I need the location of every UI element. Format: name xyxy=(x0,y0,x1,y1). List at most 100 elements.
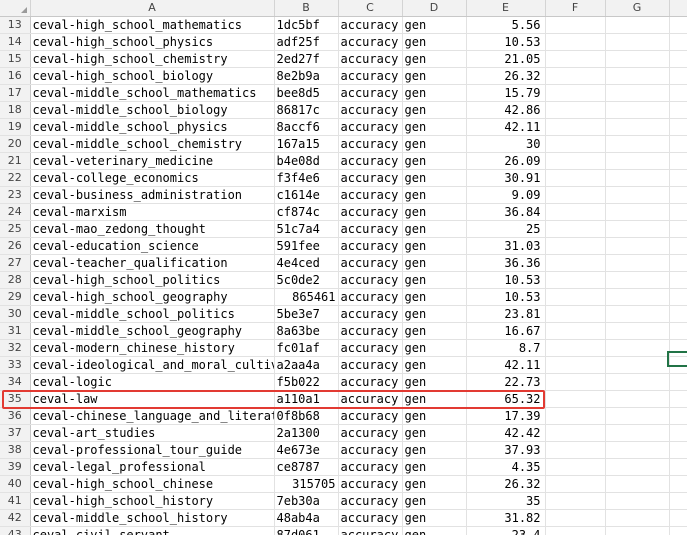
cell-empty-h[interactable] xyxy=(669,220,687,238)
cell-mode[interactable]: gen xyxy=(402,50,467,68)
row-header[interactable]: 31 xyxy=(0,322,31,340)
cell-mode[interactable]: gen xyxy=(402,373,467,391)
cell-version[interactable]: bee8d5 xyxy=(274,84,339,102)
cell-empty-g[interactable] xyxy=(605,16,670,34)
cell-empty-f[interactable] xyxy=(545,101,606,119)
cell-empty-g[interactable] xyxy=(605,475,670,493)
cell-dataset[interactable]: ceval-logic xyxy=(30,373,275,391)
cell-metric[interactable]: accuracy xyxy=(338,475,403,493)
row-header[interactable]: 36 xyxy=(0,407,31,425)
cell-empty-f[interactable] xyxy=(545,390,606,408)
row-header[interactable]: 16 xyxy=(0,67,31,85)
cell-score[interactable]: 31.03 xyxy=(466,237,546,255)
cell-empty-g[interactable] xyxy=(605,101,670,119)
cell-empty-f[interactable] xyxy=(545,339,606,357)
cell-metric[interactable]: accuracy xyxy=(338,84,403,102)
cell-score[interactable]: 25 xyxy=(466,220,546,238)
cell-version[interactable]: 4e673e xyxy=(274,441,339,459)
row-header[interactable]: 43 xyxy=(0,526,31,535)
cell-mode[interactable]: gen xyxy=(402,135,467,153)
cell-empty-g[interactable] xyxy=(605,288,670,306)
cell-metric[interactable]: accuracy xyxy=(338,135,403,153)
cell-empty-h[interactable] xyxy=(669,424,687,442)
cell-empty-g[interactable] xyxy=(605,424,670,442)
cell-metric[interactable]: accuracy xyxy=(338,152,403,170)
cell-empty-g[interactable] xyxy=(605,254,670,272)
cell-version[interactable]: 51c7a4 xyxy=(274,220,339,238)
cell-score[interactable]: 15.79 xyxy=(466,84,546,102)
cell-score[interactable]: 30 xyxy=(466,135,546,153)
cell-mode[interactable]: gen xyxy=(402,424,467,442)
cell-dataset[interactable]: ceval-veterinary_medicine xyxy=(30,152,275,170)
row-header[interactable]: 38 xyxy=(0,441,31,459)
cell-empty-h[interactable] xyxy=(669,237,687,255)
cell-empty-f[interactable] xyxy=(545,373,606,391)
cell-dataset[interactable]: ceval-modern_chinese_history xyxy=(30,339,275,357)
cell-empty-g[interactable] xyxy=(605,203,670,221)
cell-empty-g[interactable] xyxy=(605,373,670,391)
cell-empty-h[interactable] xyxy=(669,33,687,51)
row-header[interactable]: 30 xyxy=(0,305,31,323)
cell-empty-h[interactable] xyxy=(669,509,687,527)
row-header[interactable]: 24 xyxy=(0,203,31,221)
cell-metric[interactable]: accuracy xyxy=(338,322,403,340)
cell-empty-g[interactable] xyxy=(605,84,670,102)
cell-empty-h[interactable] xyxy=(669,407,687,425)
cell-version[interactable]: 2a1300 xyxy=(274,424,339,442)
cell-score[interactable]: 10.53 xyxy=(466,271,546,289)
cell-version[interactable]: a110a1 xyxy=(274,390,339,408)
cell-version[interactable]: 167a15 xyxy=(274,135,339,153)
cell-empty-f[interactable] xyxy=(545,169,606,187)
column-header-f[interactable]: F xyxy=(545,0,606,17)
cell-dataset[interactable]: ceval-high_school_geography xyxy=(30,288,275,306)
cell-score[interactable]: 9.09 xyxy=(466,186,546,204)
row-header[interactable]: 37 xyxy=(0,424,31,442)
cell-mode[interactable]: gen xyxy=(402,203,467,221)
cell-dataset[interactable]: ceval-middle_school_physics xyxy=(30,118,275,136)
cell-score[interactable]: 8.7 xyxy=(466,339,546,357)
cell-empty-h[interactable] xyxy=(669,152,687,170)
row-header[interactable]: 18 xyxy=(0,101,31,119)
row-header[interactable]: 25 xyxy=(0,220,31,238)
cell-empty-f[interactable] xyxy=(545,271,606,289)
cell-version[interactable]: c1614e xyxy=(274,186,339,204)
cell-empty-g[interactable] xyxy=(605,390,670,408)
cell-mode[interactable]: gen xyxy=(402,441,467,459)
row-header[interactable]: 19 xyxy=(0,118,31,136)
cell-empty-f[interactable] xyxy=(545,220,606,238)
cell-empty-f[interactable] xyxy=(545,152,606,170)
cell-version[interactable]: f3f4e6 xyxy=(274,169,339,187)
row-header[interactable]: 20 xyxy=(0,135,31,153)
cell-version[interactable]: 8a63be xyxy=(274,322,339,340)
cell-mode[interactable]: gen xyxy=(402,339,467,357)
row-header[interactable]: 27 xyxy=(0,254,31,272)
cell-dataset[interactable]: ceval-high_school_chemistry xyxy=(30,50,275,68)
cell-metric[interactable]: accuracy xyxy=(338,407,403,425)
cell-version[interactable]: 1dc5bf xyxy=(274,16,339,34)
cell-empty-h[interactable] xyxy=(669,16,687,34)
cell-mode[interactable]: gen xyxy=(402,475,467,493)
cell-empty-h[interactable] xyxy=(669,186,687,204)
cell-mode[interactable]: gen xyxy=(402,152,467,170)
cell-empty-g[interactable] xyxy=(605,526,670,535)
cell-mode[interactable]: gen xyxy=(402,458,467,476)
cell-empty-f[interactable] xyxy=(545,135,606,153)
cell-dataset[interactable]: ceval-high_school_physics xyxy=(30,33,275,51)
row-header[interactable]: 28 xyxy=(0,271,31,289)
cell-metric[interactable]: accuracy xyxy=(338,50,403,68)
cell-empty-h[interactable] xyxy=(669,475,687,493)
cell-dataset[interactable]: ceval-business_administration xyxy=(30,186,275,204)
cell-metric[interactable]: accuracy xyxy=(338,441,403,459)
cell-empty-f[interactable] xyxy=(545,424,606,442)
cell-empty-g[interactable] xyxy=(605,356,670,374)
cell-version[interactable]: 87d061 xyxy=(274,526,339,535)
cell-version[interactable]: 0f8b68 xyxy=(274,407,339,425)
cell-dataset[interactable]: ceval-high_school_politics xyxy=(30,271,275,289)
cell-empty-h[interactable] xyxy=(669,458,687,476)
cell-mode[interactable]: gen xyxy=(402,390,467,408)
cell-metric[interactable]: accuracy xyxy=(338,237,403,255)
cell-empty-g[interactable] xyxy=(605,441,670,459)
cell-dataset[interactable]: ceval-middle_school_history xyxy=(30,509,275,527)
cell-score[interactable]: 31.82 xyxy=(466,509,546,527)
cell-dataset[interactable]: ceval-high_school_mathematics xyxy=(30,16,275,34)
